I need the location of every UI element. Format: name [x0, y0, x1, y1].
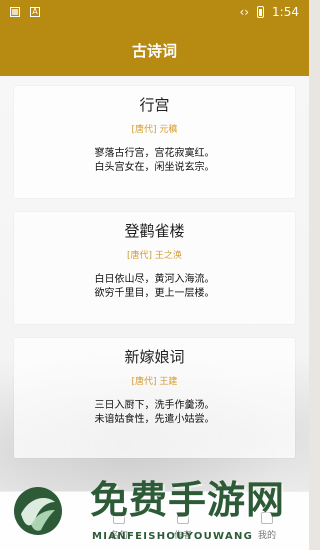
- tab-label: 作者: [173, 531, 192, 541]
- quote-icon: [113, 512, 125, 524]
- poem-title: 行宫: [139, 96, 170, 114]
- app-icon-2: A: [30, 7, 40, 17]
- tab-label: 名句: [109, 531, 128, 541]
- poem-line: 白日依山尽，黄河入海流。: [94, 274, 215, 285]
- poem-line: 寥落古行宫，宫花寂寞红。: [94, 148, 215, 159]
- tab-authors[interactable]: 作者: [148, 512, 218, 541]
- poem-meta: [唐代] 王之涣: [127, 251, 182, 261]
- vibrate-icon: ‹›: [239, 5, 250, 19]
- author-icon: [177, 512, 189, 524]
- poem-card[interactable]: 新嫁娘词 [唐代] 王建 三日入厨下，洗手作羹汤。 未谙姑食性，先遣小姑尝。: [14, 338, 295, 458]
- profile-icon: [261, 512, 273, 524]
- bottom-navigation: 名句 作者 我的: [0, 491, 309, 550]
- status-right: ‹› 1:54: [239, 5, 299, 19]
- app-screen: ▦ A ‹› 1:54 古诗词 行宫 [唐代] 元稹 寥落古行宫，宫花寂寞红。 …: [0, 0, 309, 550]
- poem-line: 欲穷千里目，更上一层楼。: [94, 288, 215, 299]
- poem-title: 登鹳雀楼: [124, 222, 185, 240]
- tab-mine[interactable]: 我的: [232, 512, 302, 541]
- poem-card[interactable]: 行宫 [唐代] 元稹 寥落古行宫，宫花寂寞红。 白头宫女在，闲坐说玄宗。: [14, 86, 295, 198]
- status-time: 1:54: [272, 5, 299, 19]
- poem-meta: [唐代] 元稹: [131, 125, 178, 135]
- poem-list: 行宫 [唐代] 元稹 寥落古行宫，宫花寂寞红。 白头宫女在，闲坐说玄宗。 登鹳雀…: [0, 76, 309, 550]
- status-bar: ▦ A ‹› 1:54: [0, 0, 309, 24]
- poem-title: 新嫁娘词: [124, 348, 185, 366]
- page-title: 古诗词: [131, 41, 177, 60]
- poem-line: 未谙姑食性，先遣小姑尝。: [94, 414, 215, 425]
- status-left: ▦ A: [10, 7, 40, 17]
- poem-card[interactable]: 登鹳雀楼 [唐代] 王之涣 白日依山尽，黄河入海流。 欲穷千里目，更上一层楼。: [14, 212, 295, 324]
- battery-icon: [257, 6, 265, 18]
- poem-line: 三日入厨下，洗手作羹汤。: [94, 400, 215, 411]
- tab-mingju[interactable]: 名句: [84, 512, 154, 541]
- poem-meta: [唐代] 王建: [131, 377, 178, 387]
- top-app-bar: 古诗词: [0, 24, 309, 76]
- app-icon-1: ▦: [10, 7, 20, 17]
- poem-line: 白头宫女在，闲坐说玄宗。: [94, 162, 215, 173]
- tab-label: 我的: [257, 531, 276, 541]
